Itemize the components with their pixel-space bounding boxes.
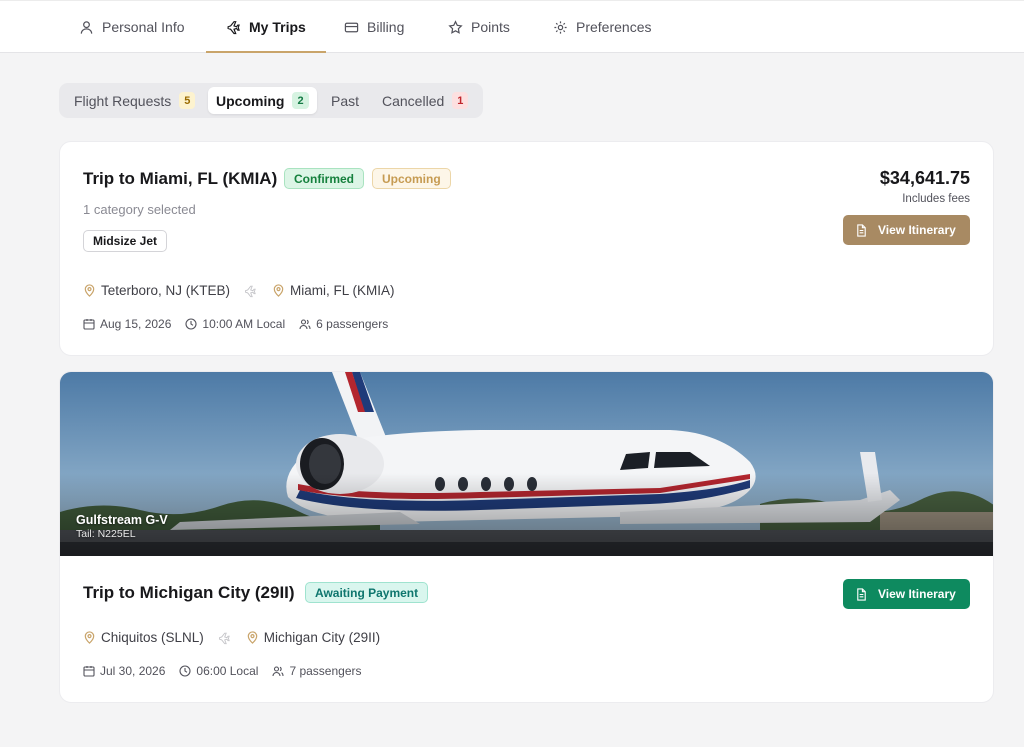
destination: Miami, FL (KMIA) (290, 283, 395, 298)
trip-title: Trip to Miami, FL (KMIA) (83, 169, 278, 188)
trip-date: Aug 15, 2026 (100, 317, 172, 331)
trip-price: $34,641.75 (879, 168, 970, 188)
tab-billing-label: Billing (367, 19, 405, 35)
clock-icon (179, 665, 191, 677)
filter-flight-requests-label: Flight Requests (74, 92, 172, 109)
tab-points-label: Points (471, 19, 510, 35)
filter-cancelled-label: Cancelled (382, 92, 445, 109)
map-pin-icon (247, 631, 258, 644)
filter-past[interactable]: Past (323, 87, 367, 114)
map-pin-icon (273, 284, 284, 297)
plane-icon (245, 285, 256, 297)
filter-upcoming-label: Upcoming (216, 92, 285, 109)
filter-flight-requests[interactable]: Flight Requests 5 (66, 87, 203, 114)
trip-card: Trip to Miami, FL (KMIA) Confirmed Upcom… (59, 141, 994, 356)
filter-past-label: Past (331, 92, 360, 109)
user-icon (80, 20, 93, 34)
tab-my-trips-label: My Trips (249, 19, 306, 35)
route: Teterboro, NJ (KTEB) Miami, FL (KMIA) (83, 283, 395, 298)
trip-meta: Aug 15, 2026 10:00 AM Local 6 passengers (83, 317, 402, 331)
trip-title: Trip to Michigan City (29II) (83, 583, 295, 602)
time-item: 06:00 Local (179, 664, 258, 678)
trip-time: 10:00 AM Local (202, 317, 286, 331)
price-note: Includes fees (902, 193, 970, 205)
users-icon (299, 319, 311, 330)
category-note: 1 category selected (83, 202, 196, 217)
trip-meta: Jul 30, 2026 06:00 Local 7 passengers (83, 664, 376, 678)
view-itinerary-label: View Itinerary (878, 223, 956, 237)
clock-icon (185, 318, 197, 330)
filter-cancelled[interactable]: Cancelled 1 (374, 87, 476, 114)
tab-billing[interactable]: Billing (344, 1, 404, 53)
trip-time: 06:00 Local (196, 664, 259, 678)
view-itinerary-button[interactable]: View Itinerary (843, 215, 970, 245)
document-icon (857, 223, 866, 237)
map-pin-icon (84, 631, 95, 644)
star-icon (448, 19, 463, 34)
route: Chiquitos (SLNL) Michigan City (29II) (83, 630, 380, 645)
tab-my-trips[interactable]: My Trips (206, 1, 326, 53)
cancelled-count-badge: 1 (452, 92, 469, 109)
date-item: Jul 30, 2026 (83, 664, 165, 678)
document-icon (857, 587, 866, 601)
aircraft-caption: Gulfstream G-V Tail: N225EL (76, 513, 168, 540)
trip-passengers: 6 passengers (316, 317, 389, 331)
trip-status-filter: Flight Requests 5 Upcoming 2 Past Cancel… (59, 83, 483, 118)
trip-date: Jul 30, 2026 (100, 664, 166, 678)
trip-card: Gulfstream G-V Tail: N225EL Trip to Mich… (59, 371, 994, 703)
map-pin-icon (84, 284, 95, 297)
tab-personal-info[interactable]: Personal Info (79, 1, 185, 53)
gear-icon (554, 20, 567, 34)
flight-requests-count-badge: 5 (179, 92, 196, 109)
destination: Michigan City (29II) (263, 630, 381, 645)
aircraft-tail-number: Tail: N225EL (76, 528, 136, 540)
view-itinerary-button[interactable]: View Itinerary (843, 579, 970, 609)
time-item: 10:00 AM Local (185, 317, 285, 331)
calendar-icon (83, 666, 95, 677)
view-itinerary-label: View Itinerary (878, 587, 956, 601)
tab-points[interactable]: Points (448, 1, 510, 53)
status-badge-confirmed: Confirmed (284, 168, 364, 189)
top-navigation: Personal Info My Trips Billing Points Pr… (0, 0, 1024, 53)
aircraft-model: Gulfstream G-V (76, 513, 168, 527)
tab-preferences[interactable]: Preferences (553, 1, 651, 53)
tab-personal-info-label: Personal Info (102, 19, 185, 35)
aircraft-photo: Gulfstream G-V Tail: N225EL (60, 372, 993, 556)
aircraft-image (60, 372, 993, 556)
category-tag: Midsize Jet (83, 230, 168, 252)
status-badge-awaiting-payment: Awaiting Payment (305, 582, 429, 603)
origin: Teterboro, NJ (KTEB) (101, 283, 231, 298)
credit-card-icon (344, 22, 359, 32)
calendar-icon (83, 319, 95, 330)
passengers-item: 7 passengers (272, 664, 362, 678)
filter-upcoming[interactable]: Upcoming 2 (208, 87, 317, 114)
status-badge-upcoming: Upcoming (372, 168, 451, 189)
origin: Chiquitos (SLNL) (101, 630, 204, 645)
tab-preferences-label: Preferences (576, 19, 652, 35)
date-item: Aug 15, 2026 (83, 317, 171, 331)
upcoming-count-badge: 2 (292, 92, 309, 109)
passengers-item: 6 passengers (299, 317, 388, 331)
plane-icon (227, 20, 240, 34)
trip-passengers: 7 passengers (289, 664, 362, 678)
users-icon (272, 666, 285, 677)
plane-icon (218, 632, 230, 644)
